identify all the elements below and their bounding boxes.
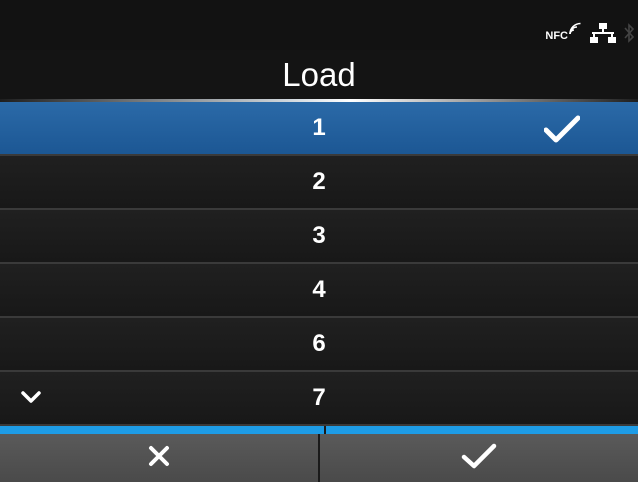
list-item-label: 1 — [312, 114, 326, 141]
confirm-button[interactable] — [320, 434, 638, 482]
status-icons: NFC — [545, 22, 634, 44]
check-icon — [461, 443, 497, 474]
bluetooth-icon — [624, 23, 634, 43]
list-item-2[interactable]: 2 — [0, 156, 638, 210]
footer-accent-divider — [324, 426, 326, 434]
status-bar: NFC — [0, 0, 638, 50]
footer-buttons — [0, 434, 638, 482]
list-item-6[interactable]: 6 — [0, 318, 638, 372]
list-item-label: 7 — [312, 384, 326, 411]
list-item-label: 6 — [312, 330, 326, 357]
close-icon — [148, 445, 170, 472]
printer-screen: NFC Load 1 2 3 4 6 7 — [0, 0, 638, 482]
nfc-label: NFC — [545, 30, 568, 42]
cancel-button[interactable] — [0, 434, 318, 482]
option-list: 1 2 3 4 6 7 — [0, 102, 638, 426]
list-item-label: 3 — [312, 222, 326, 249]
list-item-1[interactable]: 1 — [0, 102, 638, 156]
list-item-4[interactable]: 4 — [0, 264, 638, 318]
network-icon — [590, 23, 616, 43]
page-title: Load — [282, 56, 356, 93]
list-item-label: 2 — [312, 168, 326, 195]
list-item-3[interactable]: 3 — [0, 210, 638, 264]
title-bar: Load — [0, 50, 638, 102]
list-item-label: 4 — [312, 276, 326, 303]
nfc-icon: NFC — [545, 22, 582, 44]
footer-accent-line — [0, 426, 638, 434]
list-item-7[interactable]: 7 — [0, 372, 638, 426]
check-icon — [543, 115, 581, 148]
